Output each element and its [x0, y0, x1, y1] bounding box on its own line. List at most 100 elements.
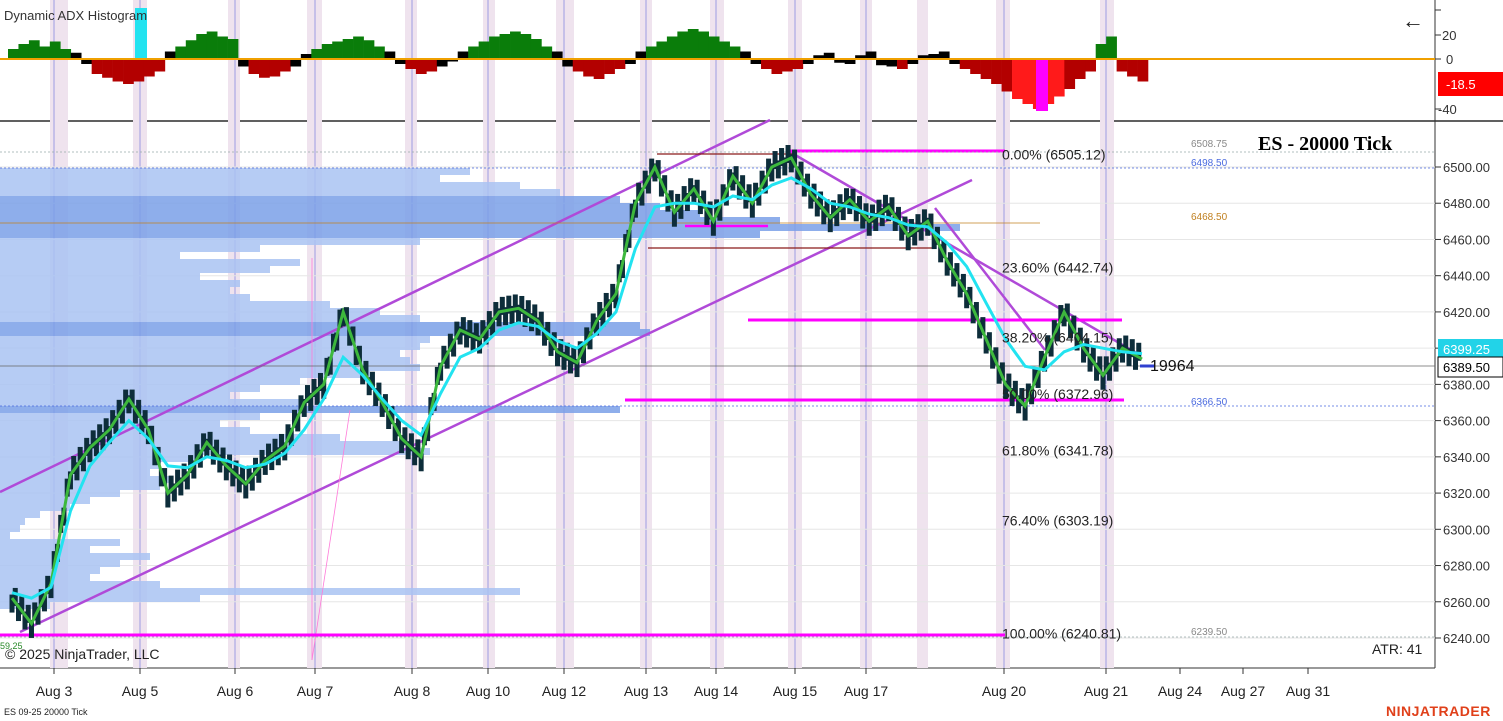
price-tick: 6380.00	[1443, 377, 1490, 392]
date-tick: Aug 3	[36, 683, 73, 699]
indicator-tick: 0	[1446, 52, 1453, 67]
histogram-bar	[468, 46, 479, 59]
indicator-value: -18.5	[1446, 77, 1476, 92]
histogram-bar	[353, 36, 364, 59]
histogram-bar	[970, 59, 981, 74]
indicator-tick: 20	[1442, 28, 1456, 43]
histogram-bar	[1137, 59, 1149, 82]
profile-bar	[0, 378, 300, 385]
profile-bar	[0, 224, 960, 231]
profile-bar	[0, 441, 400, 448]
fib-label: 76.40% (6303.19)	[1002, 513, 1113, 529]
histogram-bar	[865, 51, 877, 59]
profile-bar	[0, 231, 760, 238]
histogram-bar	[279, 59, 291, 72]
date-tick: Aug 10	[466, 683, 511, 699]
profile-bar	[0, 490, 120, 497]
profile-bar	[0, 371, 370, 378]
profile-bar	[0, 581, 160, 588]
histogram-bar	[342, 39, 354, 59]
histogram-bar	[8, 49, 19, 59]
histogram-bar	[332, 41, 343, 59]
profile-bar	[0, 259, 300, 266]
profile-bar	[0, 189, 560, 196]
chart-title: ES - 20000 Tick	[1258, 133, 1393, 155]
profile-bar	[0, 336, 430, 343]
date-tick: Aug 27	[1221, 683, 1266, 699]
histogram-bar	[562, 59, 574, 67]
price-tick: 6260.00	[1443, 595, 1490, 610]
histogram-bar	[991, 59, 1002, 84]
histogram-bar	[761, 59, 772, 69]
price-tick: 6240.00	[1443, 631, 1490, 646]
histogram-bar	[457, 51, 469, 59]
histogram-bar	[290, 59, 302, 67]
bar-counter: 19964	[1150, 358, 1195, 375]
date-tick: Aug 5	[122, 683, 159, 699]
histogram-bar	[677, 31, 689, 59]
profile-bar	[0, 294, 250, 301]
histogram-bar	[1127, 59, 1138, 77]
profile-bar	[0, 532, 10, 539]
histogram-bar	[510, 31, 521, 59]
histogram-bar	[1022, 59, 1034, 104]
profile-bar	[0, 210, 700, 217]
profile-bar	[0, 245, 260, 252]
histogram-bar	[740, 51, 751, 59]
histogram-bar	[154, 59, 166, 72]
histogram-bar	[185, 40, 197, 59]
svg-text:6508.75: 6508.75	[1191, 139, 1228, 150]
histogram-bar	[415, 59, 427, 74]
histogram-bar	[60, 49, 72, 59]
profile-bar	[0, 273, 200, 280]
histogram-bar	[49, 41, 61, 59]
histogram-bar	[175, 46, 187, 59]
profile-bar	[0, 574, 90, 581]
back-button[interactable]: ←	[1402, 8, 1424, 33]
price-tick: 6300.00	[1443, 522, 1490, 537]
low-price-label: 59.25	[0, 641, 23, 651]
histogram-bar	[436, 59, 448, 67]
histogram-bar	[405, 59, 417, 69]
price-tick: 6440.00	[1443, 269, 1490, 284]
profile-bar	[0, 238, 420, 245]
date-tick: Aug 17	[844, 683, 889, 699]
profile-bar	[0, 287, 230, 294]
session-band	[710, 0, 724, 668]
histogram-bar	[980, 59, 992, 79]
histogram-bar	[1085, 59, 1097, 72]
histogram-bar	[1053, 59, 1065, 97]
histogram-bar	[426, 59, 438, 72]
date-tick: Aug 24	[1158, 683, 1203, 699]
histogram-bar	[645, 46, 657, 59]
profile-bar	[0, 252, 180, 259]
histogram-bar	[687, 29, 699, 59]
histogram-bar	[196, 34, 208, 59]
arrow-left-icon[interactable]: ←	[1402, 8, 1424, 33]
date-tick: Aug 7	[297, 683, 334, 699]
histogram-bar	[520, 34, 532, 59]
histogram-bar	[1074, 59, 1086, 79]
last-price: 6389.50	[1443, 360, 1490, 375]
profile-bar	[0, 308, 380, 315]
histogram-bar	[781, 59, 793, 72]
price-tick: 6460.00	[1443, 232, 1490, 247]
profile-bar	[0, 182, 520, 189]
histogram-bar	[269, 59, 281, 77]
histogram-bar	[604, 59, 615, 74]
instrument-label: ES 09-25 20000 Tick	[4, 707, 88, 717]
fib-label: 61.80% (6341.78)	[1002, 443, 1113, 459]
histogram-bar	[39, 46, 51, 59]
histogram-bar	[635, 51, 647, 59]
fib-label: 100.00% (6240.81)	[1002, 626, 1121, 642]
histogram-bar	[259, 59, 270, 78]
histogram-bar	[708, 36, 720, 59]
histogram-bar	[489, 36, 500, 59]
indicator-title: Dynamic ADX Histogram	[4, 8, 147, 23]
profile-bar	[0, 511, 40, 518]
profile-bar	[0, 588, 520, 595]
indicator-tick: -40	[1438, 102, 1457, 117]
histogram-bar	[102, 59, 113, 78]
histogram-bar	[886, 59, 898, 67]
profile-bar	[0, 196, 620, 203]
